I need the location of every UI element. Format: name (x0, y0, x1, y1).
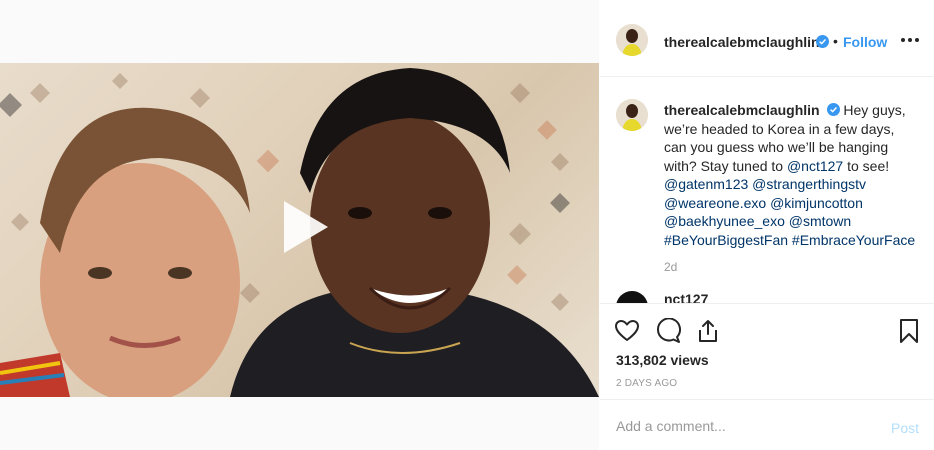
post-header: therealcalebmclaughlin • Follow (600, 0, 934, 77)
instagram-post: therealcalebmclaughlin • Follow therealc… (0, 0, 934, 450)
commenter-avatar[interactable] (616, 291, 648, 303)
author-username[interactable]: therealcalebmclaughlin (664, 34, 820, 50)
mention-link[interactable]: @smtown (789, 213, 851, 229)
mention-link[interactable]: @nct127 (787, 158, 843, 174)
comment-icon[interactable] (655, 318, 681, 344)
avatar-image (616, 24, 648, 56)
mention-link[interactable]: @baekhyunee_exo (664, 213, 785, 229)
video-player[interactable] (0, 63, 599, 397)
mention-link[interactable]: @strangerthingstv (752, 176, 866, 192)
media-letterbox-bottom (0, 397, 599, 450)
post-timestamp[interactable]: 2 DAYS AGO (616, 378, 677, 389)
post-comment-button[interactable]: Post (891, 420, 919, 436)
mention-link[interactable]: @gatenm123 (664, 176, 748, 192)
play-icon[interactable] (270, 195, 334, 259)
caption-author-avatar[interactable] (616, 99, 648, 131)
add-comment-section: Post (600, 399, 934, 450)
mention-link[interactable]: @kimjuncotton (770, 195, 863, 211)
caption-username[interactable]: therealcalebmclaughlin (664, 102, 820, 118)
comment-input[interactable] (616, 416, 876, 436)
comments-area[interactable]: therealcalebmclaughlin Hey guys, we’re h… (600, 77, 934, 303)
verified-badge-icon (826, 103, 840, 116)
media-letterbox-top (0, 0, 599, 63)
hashtag-link[interactable]: #BeYourBiggestFan (664, 232, 788, 248)
post-caption: therealcalebmclaughlin Hey guys, we’re h… (664, 101, 920, 249)
post-side-panel: therealcalebmclaughlin • Follow therealc… (600, 0, 934, 450)
verified-badge-icon (816, 35, 829, 48)
bookmark-icon[interactable] (896, 318, 922, 344)
mention-link[interactable]: @weareone.exo (664, 195, 766, 211)
share-icon[interactable] (695, 318, 721, 344)
heart-icon[interactable] (614, 318, 640, 344)
author-avatar[interactable] (616, 24, 648, 56)
hashtag-link[interactable]: #EmbraceYourFace (792, 232, 915, 248)
caption-text: to see! (843, 157, 890, 174)
more-options-icon[interactable] (900, 33, 920, 47)
commenter-username[interactable]: nct127 (664, 291, 708, 303)
separator-dot: • (833, 33, 838, 49)
avatar-image (616, 99, 648, 131)
caption-timestamp: 2d (664, 260, 678, 274)
post-actions: 313,802 views 2 DAYS AGO (600, 303, 934, 399)
view-count[interactable]: 313,802 views (616, 352, 709, 368)
media-column (0, 0, 599, 450)
follow-button[interactable]: Follow (843, 34, 887, 50)
